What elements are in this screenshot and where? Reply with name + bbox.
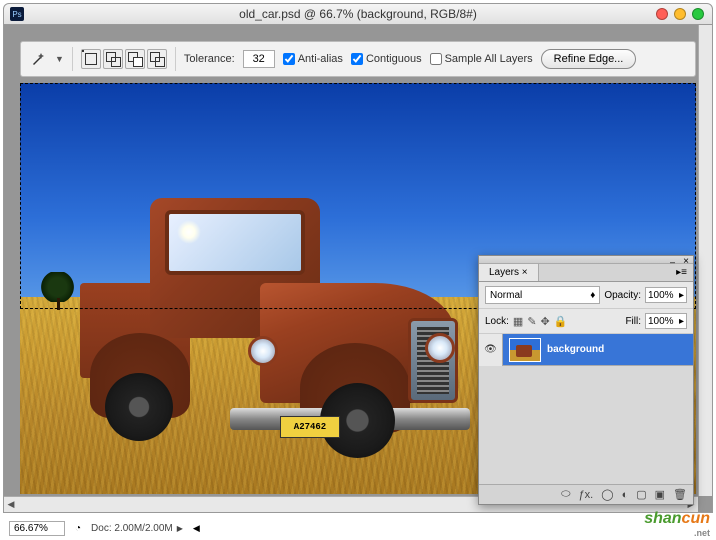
visibility-eye-icon[interactable]: 👁 (479, 334, 503, 366)
selection-mode-group (81, 49, 167, 69)
window-title: old_car.psd @ 66.7% (background, RGB/8#) (239, 7, 477, 21)
panel-titlebar[interactable]: – × (479, 256, 693, 264)
layer-name[interactable]: background (547, 344, 604, 355)
fill-input[interactable]: 100%▸ (645, 313, 687, 329)
selection-subtract-button[interactable] (125, 49, 145, 69)
anti-alias-checkbox[interactable]: Anti-alias (283, 53, 343, 65)
status-bar: 66.67% ◔ Doc: 2.00M/2.00M ▶ ◀ (3, 519, 713, 537)
panel-close-icon[interactable]: × (683, 256, 689, 267)
close-window-button[interactable] (656, 8, 668, 20)
scroll-left-icon[interactable]: ◀ (193, 523, 200, 534)
layers-tab[interactable]: Layers × (479, 264, 539, 281)
layer-row[interactable]: 👁 background (479, 334, 693, 366)
layers-footer: ⬭ ƒx. ◯ ◐ ▢ ▣ 🗑 (479, 484, 693, 504)
tolerance-label: Tolerance: (184, 53, 235, 65)
app-icon: Ps (10, 7, 24, 21)
layers-panel: – × Layers × ▸≡ Normal♦ Opacity: 100%▸ L… (478, 255, 694, 505)
layer-thumbnail[interactable] (509, 338, 541, 362)
scroll-left-arrow-icon[interactable]: ◀ (4, 498, 18, 512)
contiguous-checkbox[interactable]: Contiguous (351, 53, 422, 65)
status-extras-icon[interactable]: ◔ (75, 523, 81, 534)
selection-intersect-button[interactable] (147, 49, 167, 69)
adjustment-layer-icon[interactable]: ◐ (622, 489, 629, 501)
lock-position-icon[interactable]: ✥ (541, 315, 550, 328)
tool-preset-dropdown[interactable]: ▼ (55, 54, 64, 64)
lock-label: Lock: (485, 316, 509, 327)
document-info[interactable]: Doc: 2.00M/2.00M ▶ (91, 523, 183, 534)
sample-all-layers-checkbox[interactable]: Sample All Layers (430, 53, 533, 65)
layer-list: 👁 background (479, 334, 693, 484)
watermark: shancun .net (644, 510, 710, 538)
fill-label: Fill: (625, 316, 641, 327)
layer-mask-icon[interactable]: ◯ (601, 488, 613, 501)
window-titlebar: Ps old_car.psd @ 66.7% (background, RGB/… (3, 3, 713, 25)
lock-pixels-icon[interactable]: ✎ (527, 315, 536, 328)
blend-mode-select[interactable]: Normal♦ (485, 286, 600, 304)
layer-group-icon[interactable]: ▢ (636, 488, 646, 501)
zoom-level-input[interactable]: 66.67% (9, 521, 65, 536)
magic-wand-icon[interactable] (29, 50, 47, 68)
panel-minimize-icon[interactable]: – (670, 257, 675, 267)
selection-add-button[interactable] (103, 49, 123, 69)
link-layers-icon[interactable]: ⬭ (561, 488, 570, 501)
zoom-window-button[interactable] (692, 8, 704, 20)
refine-edge-button[interactable]: Refine Edge... (541, 49, 637, 69)
lock-all-icon[interactable]: 🔒 (554, 315, 568, 328)
workspace: ▼ Tolerance: Anti-alias Contiguous Sampl… (3, 25, 713, 513)
selection-new-button[interactable] (81, 49, 101, 69)
tool-options-bar: ▼ Tolerance: Anti-alias Contiguous Sampl… (20, 41, 696, 77)
opacity-label: Opacity: (604, 290, 641, 301)
layer-effects-icon[interactable]: ƒx. (579, 489, 594, 501)
vertical-scrollbar[interactable] (698, 25, 712, 496)
minimize-window-button[interactable] (674, 8, 686, 20)
opacity-input[interactable]: 100%▸ (645, 287, 687, 303)
window-controls (656, 8, 704, 20)
new-layer-icon[interactable]: ▣ (655, 488, 665, 501)
delete-layer-icon[interactable]: 🗑 (673, 488, 687, 501)
lock-transparency-icon[interactable]: ▦ (513, 315, 523, 328)
license-plate: A27462 (280, 416, 340, 438)
tolerance-input[interactable] (243, 50, 275, 68)
